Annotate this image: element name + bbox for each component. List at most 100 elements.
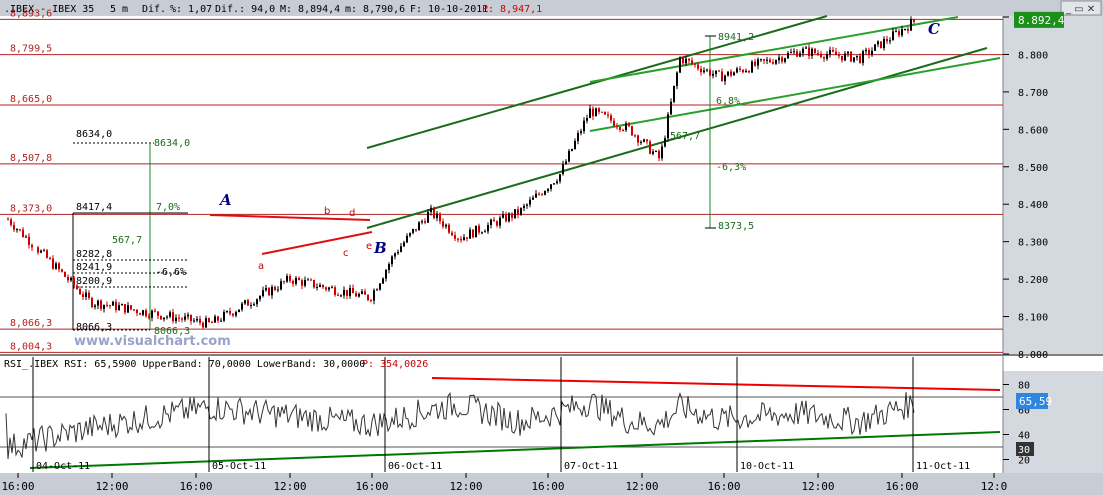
date-label: 10-Oct-11 xyxy=(740,461,794,472)
candle-body xyxy=(322,284,324,288)
candle-body xyxy=(31,245,33,248)
candle-body xyxy=(169,312,171,317)
candle-body xyxy=(148,316,150,318)
candle-body xyxy=(721,71,723,82)
candle-body xyxy=(745,70,747,73)
candle-body xyxy=(562,164,564,175)
candle-body xyxy=(73,277,75,286)
wave-label-C: C xyxy=(928,20,940,38)
candle-body xyxy=(397,251,399,254)
candle-body xyxy=(718,70,720,72)
candle-body xyxy=(472,229,474,238)
candle-body xyxy=(775,60,777,64)
candle-body xyxy=(250,304,252,306)
candle-body xyxy=(334,287,336,295)
hline-label-5: 8,066,3 xyxy=(10,318,52,329)
candle-body xyxy=(49,257,51,259)
candle-body xyxy=(511,213,513,218)
candle-body xyxy=(553,183,555,185)
candle-body xyxy=(436,213,438,219)
candle-body xyxy=(640,141,642,143)
candle-body xyxy=(160,315,162,320)
y-tick-label: 8.600 xyxy=(1018,125,1048,136)
candle-body xyxy=(7,219,9,221)
candle-body xyxy=(538,193,540,195)
candle-body xyxy=(64,271,66,277)
candle-body xyxy=(616,126,618,128)
candle-body xyxy=(46,250,48,258)
candle-body xyxy=(781,57,783,62)
candle-body xyxy=(43,250,45,252)
candle-body xyxy=(289,275,291,281)
candle-body xyxy=(85,292,87,297)
rsi-last-value: 65,59 xyxy=(1019,395,1052,408)
candle-body xyxy=(136,309,138,314)
header-symbol: .IBEX - IBEX 35 xyxy=(4,4,94,15)
candle-body xyxy=(844,53,846,61)
candle-body xyxy=(439,213,441,222)
candle-body xyxy=(613,120,615,127)
candle-body xyxy=(394,253,396,257)
candle-body xyxy=(712,73,714,76)
candle-body xyxy=(22,229,24,238)
candle-body xyxy=(307,279,309,281)
candle-body xyxy=(883,39,885,49)
date-label: 11-Oct-11 xyxy=(916,461,970,472)
candle-body xyxy=(889,40,891,42)
candle-body xyxy=(814,48,816,54)
candle-body xyxy=(583,120,585,132)
candle-body xyxy=(178,317,180,319)
candle-body xyxy=(601,111,603,113)
candle-body xyxy=(637,135,639,143)
candle-body xyxy=(910,19,912,31)
candle-body xyxy=(685,58,687,64)
candle-body xyxy=(619,127,621,130)
header-pct: %: 1,07 xyxy=(170,4,212,15)
candle-body xyxy=(172,312,174,322)
candle-body xyxy=(571,148,573,151)
candle-body xyxy=(346,289,348,296)
candle-body xyxy=(196,318,198,321)
measure-annotation: 8066,3 xyxy=(76,322,112,333)
header-min: m: 8,790,6 xyxy=(345,4,405,15)
candle-body xyxy=(133,309,135,311)
candle-body xyxy=(865,49,867,52)
candle-body xyxy=(292,280,294,284)
candle-body xyxy=(823,57,825,59)
candle-body xyxy=(412,229,414,233)
candle-body xyxy=(406,235,408,243)
price-panel-background xyxy=(0,0,1103,355)
candle-body xyxy=(778,57,780,61)
measure-annotation: -6,6% xyxy=(156,267,186,278)
candle-body xyxy=(517,209,519,215)
candle-body xyxy=(385,269,387,279)
candle-body xyxy=(373,290,375,301)
candle-body xyxy=(808,47,810,56)
candle-body xyxy=(28,236,30,246)
candle-body xyxy=(835,51,837,56)
candle-body xyxy=(913,19,915,22)
candle-body xyxy=(475,225,477,238)
candle-body xyxy=(415,229,417,231)
candle-body xyxy=(628,123,630,127)
candle-body xyxy=(199,318,201,323)
candle-body xyxy=(361,291,363,294)
candle-body xyxy=(421,221,423,223)
header-interval: 5 m xyxy=(110,4,128,15)
candle-body xyxy=(880,41,882,49)
candle-body xyxy=(142,310,144,315)
candle-body xyxy=(898,31,900,36)
candle-body xyxy=(469,229,471,239)
candle-body xyxy=(232,313,234,316)
hline-label-4: 8,373,0 xyxy=(10,203,52,214)
candle-body xyxy=(559,174,561,182)
candle-body xyxy=(223,311,225,321)
rsi-title: RSI_.IBEX RSI: 65,5900 UpperBand: 70,000… xyxy=(4,359,365,370)
candle-body xyxy=(460,238,462,241)
y-tick-label: 8.100 xyxy=(1018,313,1048,324)
candle-body xyxy=(187,314,189,317)
candle-body xyxy=(634,135,636,137)
date-label: 07-Oct-11 xyxy=(564,461,618,472)
candle-body xyxy=(829,49,831,55)
candle-body xyxy=(97,300,99,306)
